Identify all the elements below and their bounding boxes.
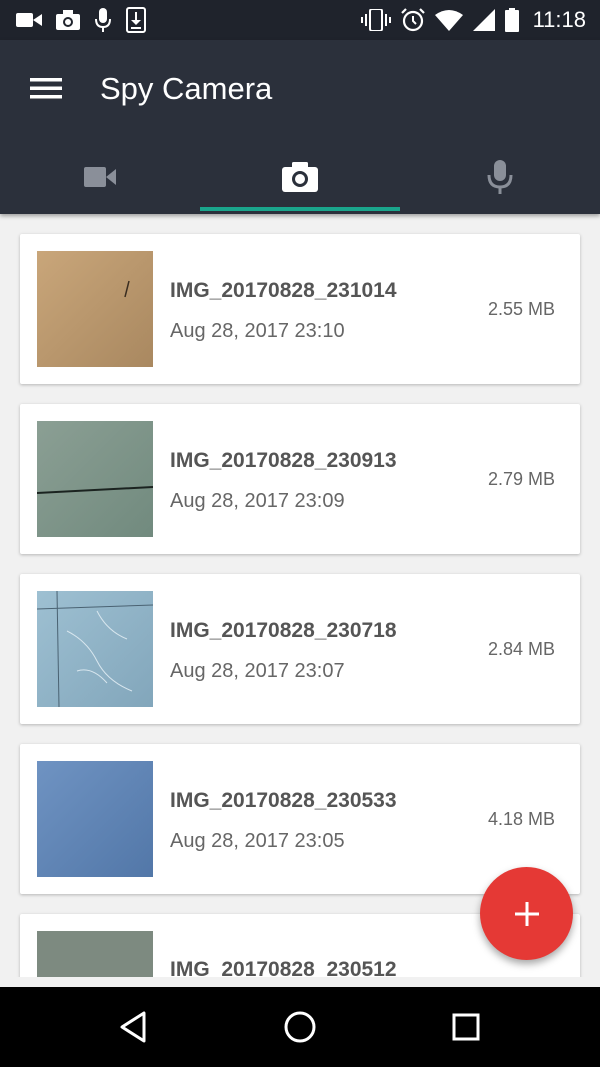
photo-date: Aug 28, 2017 23:07	[170, 660, 345, 682]
photo-size: 2.55 MB	[487, 299, 555, 319]
video-notification-icon	[16, 11, 42, 29]
tab-photo[interactable]	[200, 140, 400, 214]
photo-date: Aug 28, 2017 23:09	[170, 490, 345, 512]
mic-notification-icon	[94, 8, 112, 32]
home-button[interactable]	[280, 1007, 320, 1047]
photo-size: 2.79 MB	[487, 469, 555, 489]
videocam-icon	[84, 167, 116, 187]
photo-thumbnail	[37, 251, 153, 367]
battery-icon	[504, 8, 519, 32]
list-item[interactable]: IMG_20170828_231014 Aug 28, 2017 23:10 2…	[20, 234, 580, 384]
wifi-icon	[434, 9, 463, 31]
app-bar: Spy Camera	[0, 40, 600, 214]
photo-name: IMG_20170828_230913	[170, 449, 397, 472]
photo-size: 2.84 MB	[487, 639, 555, 659]
status-time: 11:18	[532, 7, 586, 32]
download-notification-icon	[126, 7, 146, 33]
tab-video[interactable]	[0, 140, 200, 214]
add-button[interactable]	[480, 867, 573, 960]
photo-date: Aug 28, 2017 23:10	[170, 320, 345, 342]
photo-size: 4.18 MB	[487, 809, 555, 829]
app-title: Spy Camera	[100, 71, 273, 106]
tab-audio[interactable]	[400, 140, 600, 214]
photo-thumbnail	[37, 931, 153, 977]
recents-icon	[452, 1013, 480, 1041]
tab-bar	[0, 140, 600, 214]
vibrate-icon	[360, 9, 391, 31]
photo-date: Aug 28, 2017 23:05	[170, 830, 345, 852]
back-button[interactable]	[114, 1007, 154, 1047]
signal-icon	[472, 9, 495, 31]
home-icon	[284, 1011, 316, 1043]
list-item[interactable]: IMG_20170828_230913 Aug 28, 2017 23:09 2…	[20, 404, 580, 554]
photo-name: IMG_20170828_230533	[170, 789, 397, 812]
photo-thumbnail	[37, 421, 153, 537]
hamburger-menu-icon	[30, 78, 62, 99]
menu-button[interactable]	[26, 70, 66, 106]
mic-icon	[487, 160, 513, 194]
navigation-bar	[0, 987, 600, 1067]
photo-thumbnail	[37, 591, 153, 707]
photo-name: IMG_20170828_230512	[170, 958, 397, 977]
photo-thumbnail	[37, 761, 153, 877]
list-item[interactable]: IMG_20170828_230533 Aug 28, 2017 23:05 4…	[20, 744, 580, 894]
add-icon	[514, 901, 539, 926]
back-icon	[120, 1011, 146, 1043]
camera-icon	[282, 162, 318, 192]
photo-name: IMG_20170828_230718	[170, 619, 397, 642]
camera-notification-icon	[56, 10, 80, 30]
alarm-icon	[400, 8, 425, 32]
status-bar: 11:18	[0, 0, 600, 40]
tab-indicator	[200, 207, 400, 211]
photo-list[interactable]: IMG_20170828_231014 Aug 28, 2017 23:10 2…	[0, 214, 600, 977]
list-item[interactable]: IMG_20170828_230718 Aug 28, 2017 23:07 2…	[20, 574, 580, 724]
photo-name: IMG_20170828_231014	[170, 279, 397, 302]
recents-button[interactable]	[446, 1007, 486, 1047]
